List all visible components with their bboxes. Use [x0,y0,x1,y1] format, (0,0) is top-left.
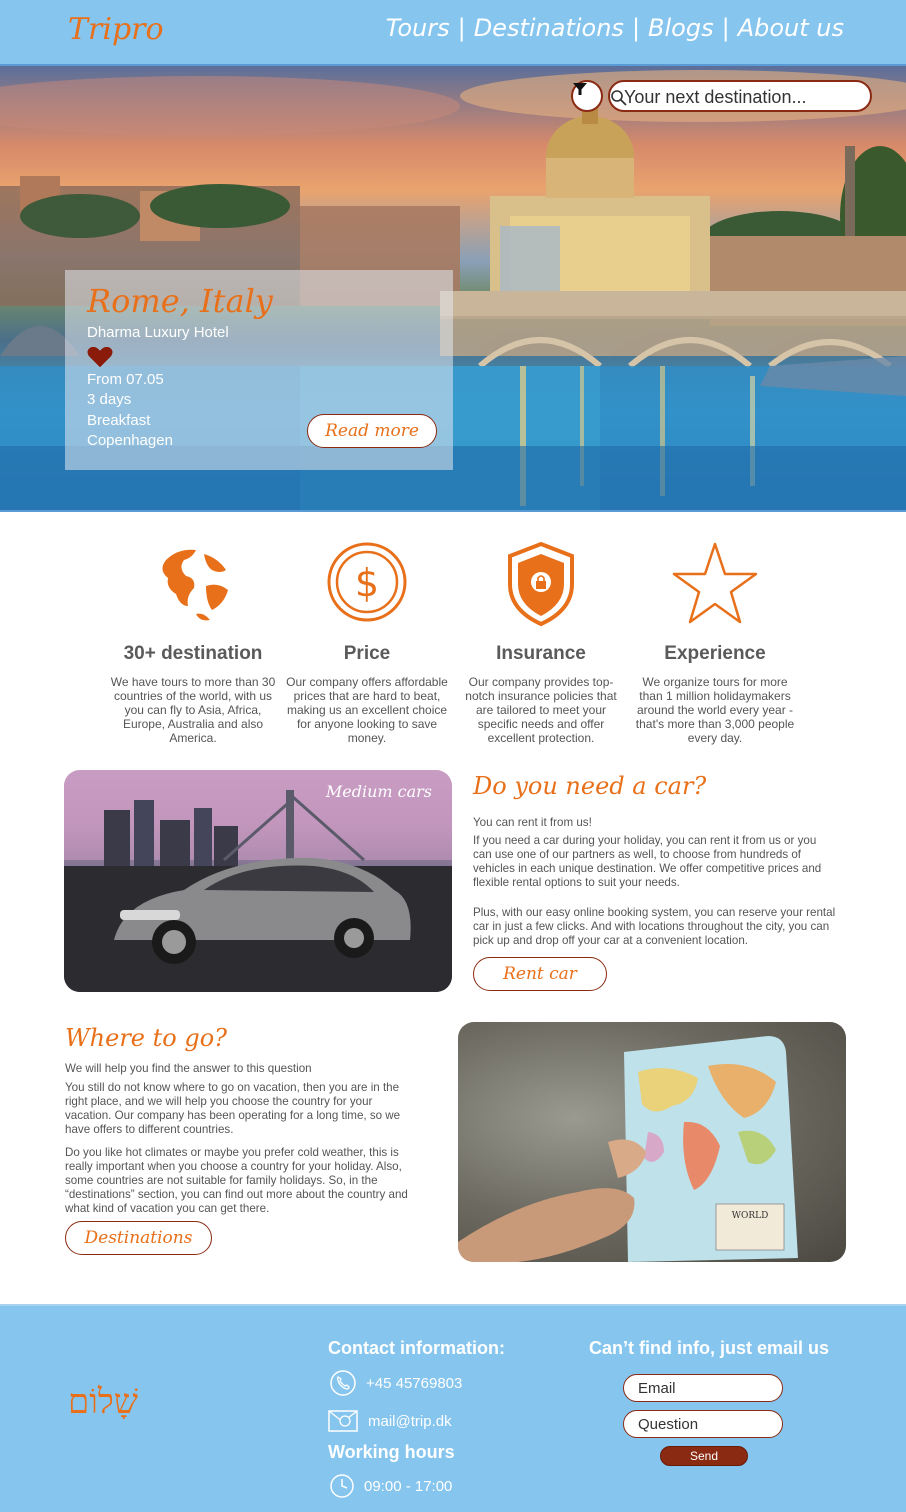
feature-title: Experience [664,643,766,664]
shield-icon [508,541,574,627]
hero-banner: Rome, Italy Dharma Luxury Hotel From 07.… [0,66,906,512]
feature-experience: Experience We organize tours for more th… [625,540,805,745]
tour-duration: 3 days [87,391,132,408]
where-subtitle: We will help you find the answer to this… [65,1062,312,1075]
hours-line: 09:00 - 17:00 [330,1474,452,1498]
search-input[interactable] [624,86,834,108]
car-image-label: Medium cars [325,782,432,801]
mail-icon [328,1410,358,1432]
svg-text:$: $ [355,561,379,605]
tour-card: Rome, Italy Dharma Luxury Hotel From 07.… [65,270,453,470]
main-nav: Tours | Destinations | Blogs | About us [386,14,844,42]
where-paragraph-1: You still do not know where to go on vac… [65,1081,401,1136]
feature-description: We organize tours for more than 1 millio… [635,675,795,745]
tour-date: From 07.05 [87,371,164,388]
tour-departure: Copenhagen [87,432,173,449]
rent-car-button[interactable]: Rent car [473,957,607,991]
feature-description: We have tours to more than 30 countries … [110,675,276,745]
where-section-title: Where to go? [65,1024,228,1052]
nav-tours[interactable]: Tours [386,14,450,42]
map-image: WORLD [458,1022,846,1262]
search-icon[interactable] [610,89,628,107]
car-photo [64,770,452,992]
feature-title: Insurance [496,643,586,664]
read-more-button[interactable]: Read more [307,414,437,448]
phone-line[interactable]: +45 45769803 [330,1370,462,1396]
car-section-title: Do you need a car? [473,772,707,800]
car-paragraph-2: Plus, with our easy online booking syste… [473,906,836,947]
nav-destinations[interactable]: Destinations [474,14,624,42]
send-button[interactable]: Send [660,1446,748,1466]
feature-insurance: Insurance Our company provides top-notch… [451,540,631,745]
nav-separator: | [457,14,466,42]
tour-title: Rome, Italy [87,282,273,320]
dollar-icon: $ [327,542,407,622]
globe-icon [155,544,231,621]
search-box [608,80,872,112]
email-address: mail@trip.dk [368,1412,452,1430]
phone-icon [330,1370,356,1396]
nav-separator: | [721,14,730,42]
header: Tripro Tours | Destinations | Blogs | Ab… [0,0,906,66]
feature-title: Price [343,643,391,664]
car-paragraph-1: If you need a car during your holiday, y… [473,834,822,889]
filter-button[interactable] [571,80,603,112]
footer: שָׁלוֹם Contact information: +45 4576980… [0,1304,906,1512]
feature-description: Our company offers affordable prices tha… [286,675,448,745]
working-hours: 09:00 - 17:00 [364,1477,453,1495]
star-icon [672,542,758,624]
logo[interactable]: Tripro [68,12,164,47]
filter-icon [573,83,587,95]
map-label: WORLD [732,1211,769,1221]
tour-meal: Breakfast [87,412,151,429]
email-form-title: Can’t find info, just email us [589,1338,830,1358]
clock-icon [330,1474,354,1498]
feature-title: 30+ destination [123,643,263,664]
nav-about-us[interactable]: About us [738,14,844,42]
car-subtitle: You can rent it from us! [473,816,592,829]
email-field[interactable] [623,1374,783,1402]
phone-number: +45 45769803 [366,1374,463,1392]
feature-description: Our company provides top-notch insurance… [465,675,617,745]
email-line[interactable]: mail@trip.dk [328,1410,452,1432]
heart-icon [87,347,113,367]
tour-hotel: Dharma Luxury Hotel [87,324,229,341]
shalom-logo: שָׁלוֹם [68,1382,138,1422]
contact-title: Contact information: [328,1338,505,1358]
feature-destinations: 30+ destination We have tours to more th… [103,540,283,745]
question-field[interactable] [623,1410,783,1438]
where-paragraph-2: Do you like hot climates or maybe you pr… [65,1146,408,1215]
destinations-button[interactable]: Destinations [65,1221,212,1255]
feature-price: $ Price Our company offers affordable pr… [277,540,457,745]
nav-separator: | [631,14,641,42]
hand-holding-map-photo: WORLD [458,1036,798,1262]
nav-blogs[interactable]: Blogs [648,14,714,42]
working-hours-title: Working hours [328,1442,455,1462]
car-image: Medium cars [64,770,452,992]
